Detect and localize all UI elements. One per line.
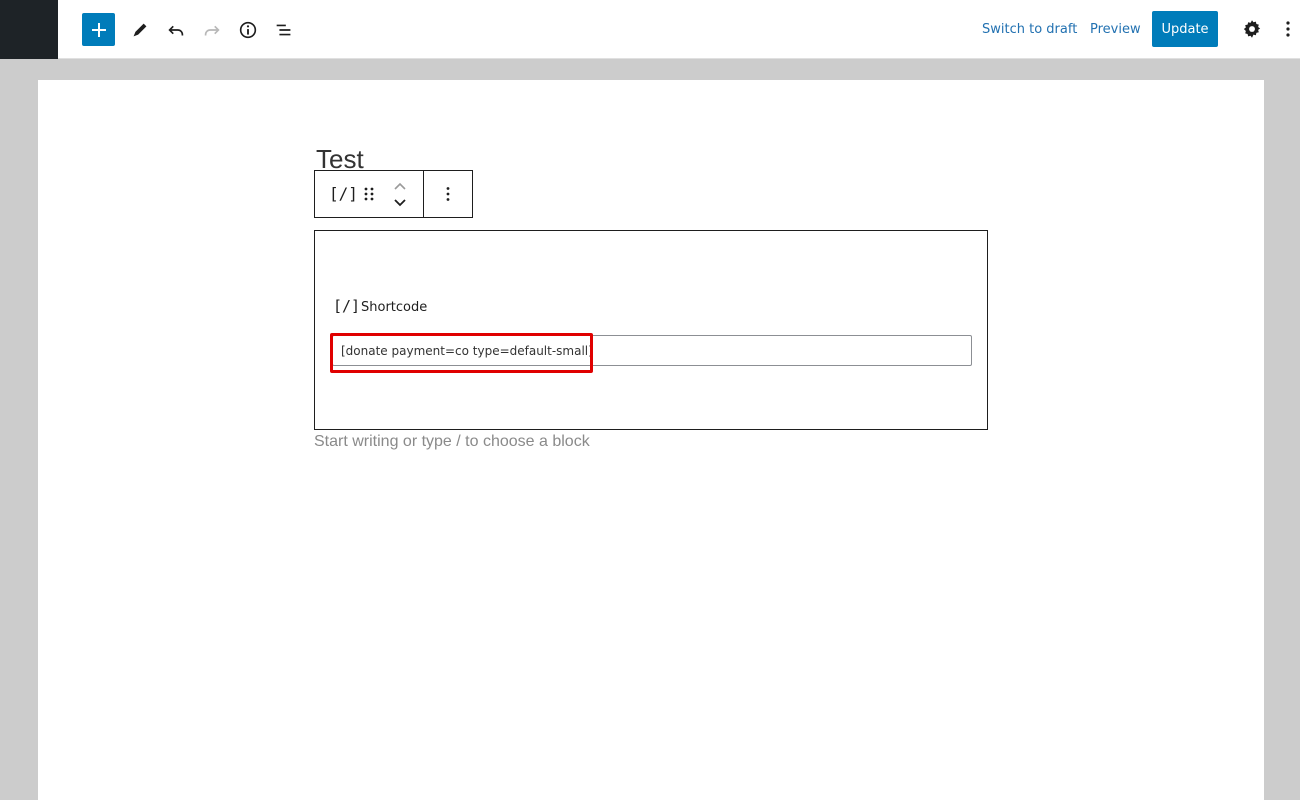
info-icon: [239, 21, 257, 39]
options-button[interactable]: [1276, 15, 1300, 43]
vertical-ellipsis-icon: [446, 187, 450, 201]
list-view-button[interactable]: [268, 14, 300, 46]
pencil-icon: [133, 23, 147, 37]
settings-button[interactable]: [1238, 15, 1266, 43]
gear-icon: [1243, 20, 1261, 38]
update-button[interactable]: Update: [1152, 11, 1218, 47]
up-down-chevron-icon[interactable]: [391, 179, 409, 211]
shortcode-label: Shortcode: [361, 300, 428, 315]
switch-to-draft-button[interactable]: Switch to draft: [982, 22, 1077, 37]
shortcode-input-value: [donate payment=co type=default-small]: [341, 344, 593, 358]
tools-button[interactable]: [124, 14, 156, 46]
editor-canvas: [38, 80, 1264, 800]
undo-button[interactable]: [160, 14, 192, 46]
redo-button[interactable]: [196, 14, 228, 46]
shortcode-input[interactable]: [donate payment=co type=default-small]: [332, 335, 972, 366]
wordpress-logo-area[interactable]: [0, 0, 58, 59]
details-button[interactable]: [232, 14, 264, 46]
preview-button[interactable]: Preview: [1090, 22, 1141, 37]
editor-top-toolbar: Switch to draft Preview Update: [0, 0, 1300, 59]
list-view-icon: [276, 24, 291, 36]
undo-icon: [168, 25, 184, 36]
block-inserter-button[interactable]: [82, 13, 115, 46]
shortcode-icon: [/]: [333, 297, 361, 315]
drag-handle-icon[interactable]: [361, 185, 377, 203]
vertical-ellipsis-icon: [1286, 21, 1290, 37]
block-toolbar-group: [/]: [315, 171, 424, 217]
block-toolbar: [/]: [314, 170, 473, 218]
block-appender-placeholder[interactable]: Start writing or type / to choose a bloc…: [314, 433, 590, 451]
shortcode-block[interactable]: [/] Shortcode [donate payment=co type=de…: [314, 230, 988, 430]
redo-icon: [204, 25, 220, 36]
shortcode-block-type-button[interactable]: [/]: [329, 184, 358, 203]
plus-icon: [91, 22, 106, 37]
block-options-button[interactable]: [424, 171, 472, 217]
